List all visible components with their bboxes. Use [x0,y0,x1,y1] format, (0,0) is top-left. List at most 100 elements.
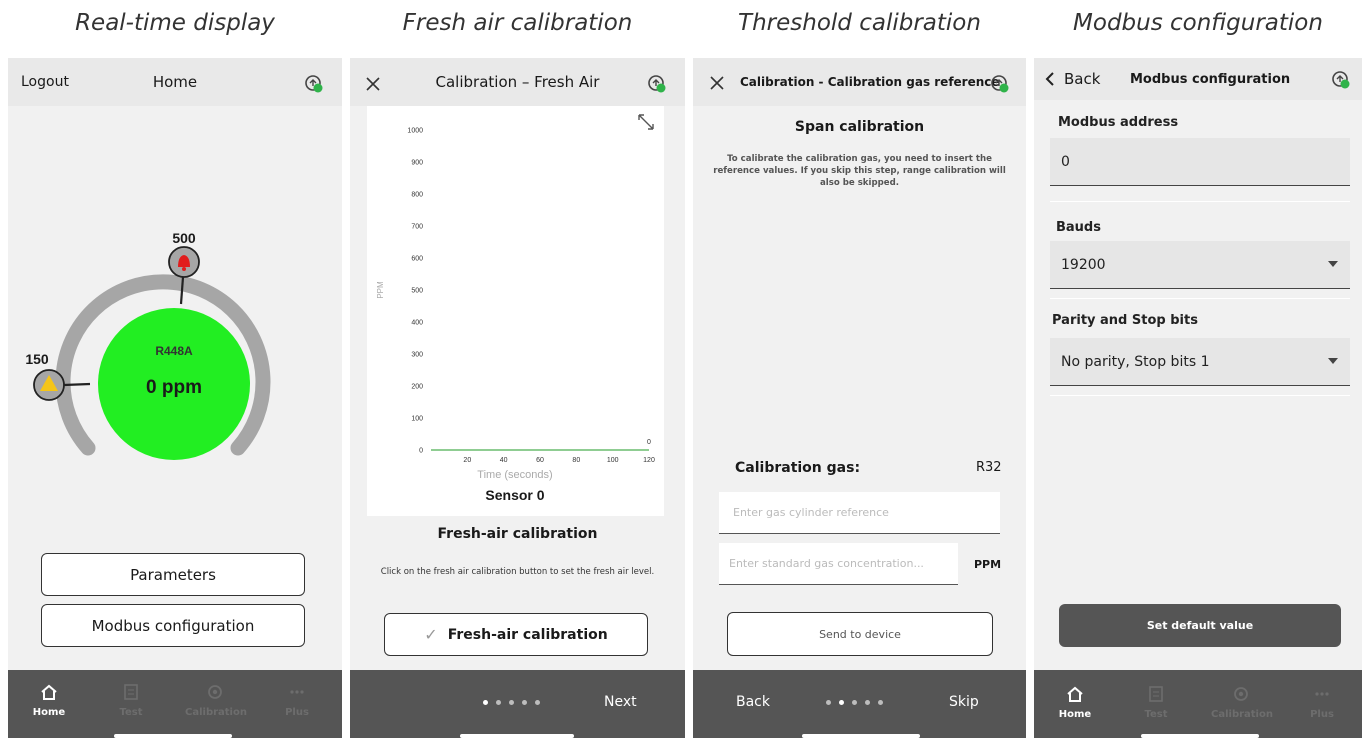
data-label: 0 [647,439,651,446]
calibration-icon [1234,687,1248,701]
calibration-icon [208,685,222,699]
y-tick-label: 400 [411,320,423,327]
x-tick-label: 120 [643,457,655,464]
warning-icon [33,369,65,401]
chart-title: Sensor 0 [485,487,544,503]
step-indicator [826,700,883,705]
y-tick-label: 900 [411,160,423,167]
nav-plus[interactable]: Plus [267,684,327,718]
section-title: Fresh-air calibration [437,526,598,542]
ppm-line-chart: 01002003004005006007008009001000 20 40 60 8… [376,128,655,504]
caption-threshold: Threshold calibration [738,10,981,36]
expand-icon[interactable] [636,112,656,132]
span-calibration-heading: Span calibration [794,119,925,135]
back-button[interactable]: Back [1044,70,1100,88]
caption-modbus: Modbus configuration [1073,10,1323,36]
check-icon: ✓ [424,625,438,644]
set-default-value-button[interactable]: Set default value [1059,604,1341,647]
sync-status-icon[interactable] [1331,70,1351,90]
parity-stop-bits-select[interactable]: No parity, Stop bits 1 [1050,338,1350,386]
unit-label: PPM [974,558,1002,571]
test-icon [124,684,138,700]
screen-fresh-air-calibration: Calibration – Fresh Air 0 100 200 300 400 500… [350,58,685,738]
y-tick-label: 200 [411,384,423,391]
chevron-down-icon [1328,358,1338,364]
more-icon [1315,692,1329,696]
caption-real-time: Real-time display [75,10,275,36]
close-icon[interactable] [365,76,381,92]
y-tick-label: 800 [411,192,423,199]
next-button[interactable]: Next [604,694,637,710]
nav-home[interactable]: Home [19,684,79,718]
page-title: Calibration - Calibration gas reference [740,75,1000,89]
top-bar: Calibration - Calibration gas reference [693,58,1026,106]
test-icon [1149,686,1163,702]
y-tick-label: 1000 [407,128,423,135]
page-title: Calibration – Fresh Air [435,73,600,91]
gas-reading: 0 ppm [146,377,202,398]
modbus-address-label: Modbus address [1058,115,1179,130]
x-tick-label: 100 [607,457,619,464]
alarm-threshold-label: 500 [172,230,196,246]
screen-real-time-display: Logout Home R448A 0 ppm 500 150 Paramete… [8,58,342,738]
chevron-left-icon [1045,72,1054,86]
top-bar: Back Modbus configuration [1034,58,1362,100]
back-button[interactable]: Back [736,694,770,710]
x-axis-label: Time (seconds) [477,469,552,481]
fresh-air-calibration-button[interactable]: ✓ Fresh-air calibration [384,613,648,656]
modbus-address-input[interactable]: 0 [1050,138,1350,186]
home-icon [41,684,57,700]
y-tick-label: 0 [419,448,423,455]
more-icon [290,690,304,694]
x-tick-label: 20 [463,457,471,464]
nav-test[interactable]: Test [1126,686,1186,720]
modbus-configuration-button[interactable]: Modbus configuration [41,604,305,647]
chevron-down-icon [1328,261,1338,267]
home-indicator [1141,734,1259,738]
nav-calibration[interactable]: Calibration [185,684,247,718]
gas-concentration-input[interactable]: Enter standard gas concentration... [719,543,958,585]
sync-status-icon[interactable] [647,74,667,94]
span-description: To calibrate the calibration gas, you ne… [713,154,1006,188]
y-tick-label: 300 [411,352,423,359]
y-tick-label: 600 [411,256,423,263]
calibration-gas-value: R32 [976,460,1002,475]
close-icon[interactable] [709,75,725,91]
parameters-button[interactable]: Parameters [41,553,305,596]
instruction-text: Click on the fresh air calibration butto… [380,567,655,577]
nav-calibration[interactable]: Calibration [1211,686,1273,720]
skip-button[interactable]: Skip [949,694,979,710]
nav-test[interactable]: Test [101,684,161,718]
home-icon [1067,686,1083,702]
home-indicator [114,734,232,738]
home-indicator [460,734,574,738]
x-tick-label: 40 [500,457,508,464]
calibration-gas-label: Calibration gas: [735,460,861,476]
chart-card: 0 100 200 300 400 500 600 700 800 900 1000 20 40 60 8… [367,106,664,516]
page-title: Modbus configuration [1130,71,1291,87]
screen-modbus-configuration: Back Modbus configuration Modbus address… [1034,58,1362,738]
gas-cylinder-reference-input[interactable]: Enter gas cylinder reference [719,492,1000,534]
home-indicator [802,734,920,738]
nav-home[interactable]: Home [1045,686,1105,720]
gas-gauge: R448A 0 ppm 500 150 [25,230,271,460]
y-tick-label: 100 [411,416,423,423]
x-tick-label: 60 [536,457,544,464]
x-tick-label: 80 [572,457,580,464]
caption-fresh-air: Fresh air calibration [402,10,633,36]
sync-status-icon[interactable] [990,74,1010,94]
y-tick-label: 500 [411,288,423,295]
bauds-label: Bauds [1056,220,1101,235]
y-tick-label: 700 [411,224,423,231]
bottom-nav: Home Test Calibration Plus [1034,670,1362,738]
top-bar: Calibration – Fresh Air [350,58,685,106]
bottom-nav: Home Test Calibration Plus [8,670,342,738]
send-to-device-button[interactable]: Send to device [727,612,993,656]
bottom-bar: Back Skip [693,670,1026,738]
bauds-select[interactable]: 19200 [1050,241,1350,289]
bottom-bar: Next [350,670,685,738]
nav-plus[interactable]: Plus [1292,686,1352,720]
gas-name: R448A [155,344,193,358]
y-axis-label: PPM [376,281,385,299]
warning-threshold-label: 150 [25,351,49,367]
